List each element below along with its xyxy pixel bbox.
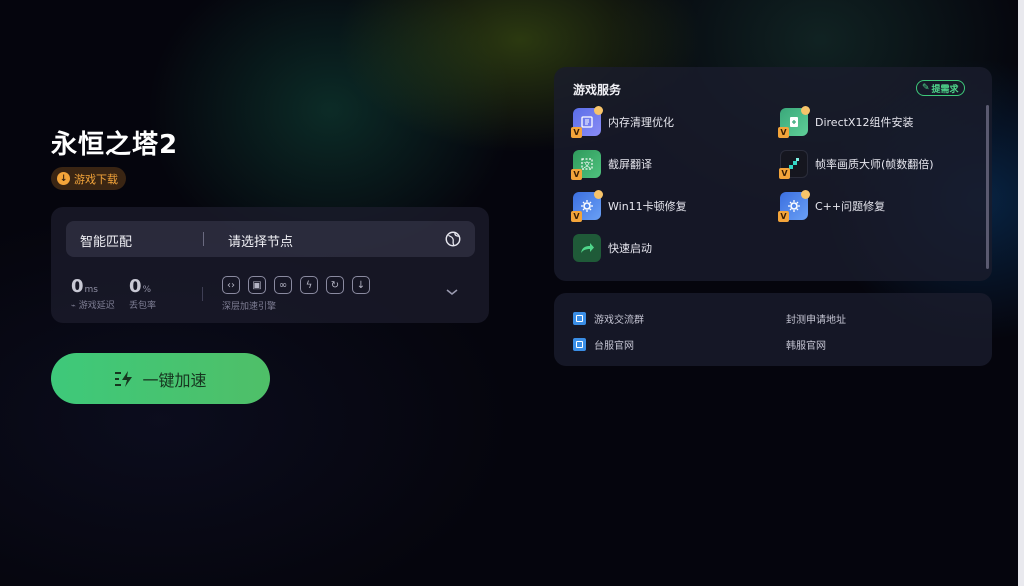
service-label: 内存清理优化 bbox=[608, 116, 674, 129]
loss-value: 0 bbox=[129, 276, 142, 297]
latency-value: 0 bbox=[71, 276, 84, 297]
link-beta-application[interactable]: 封测申请地址 bbox=[786, 311, 846, 326]
code-icon[interactable]: ‹› bbox=[222, 276, 240, 294]
divider bbox=[203, 232, 204, 246]
game-title: 永恒之塔2 bbox=[51, 130, 179, 160]
download-icon: ↓ bbox=[57, 172, 70, 185]
service-cpp-fix[interactable]: V C++问题修复 bbox=[778, 190, 886, 222]
node-select-placeholder[interactable]: 请选择节点 bbox=[228, 231, 293, 250]
window-scrollbar[interactable] bbox=[1018, 0, 1024, 586]
service-label: Win11卡顿修复 bbox=[608, 200, 687, 213]
service-win11-fix[interactable]: V Win11卡顿修复 bbox=[571, 190, 687, 222]
game-download-label: 游戏下载 bbox=[74, 172, 118, 186]
directx-icon: V bbox=[778, 106, 810, 138]
service-label: C++问题修复 bbox=[815, 200, 886, 213]
link-label: 韩服官网 bbox=[786, 341, 826, 352]
service-label: 截屏翻译 bbox=[608, 158, 652, 171]
service-memory-cleanup[interactable]: V 内存清理优化 bbox=[571, 106, 674, 138]
node-selector-bar[interactable]: 智能匹配 请选择节点 bbox=[66, 221, 475, 257]
boost-label: 一键加速 bbox=[142, 370, 207, 390]
loss-label: 丢包率 bbox=[129, 301, 157, 311]
pencil-icon: ✎ bbox=[922, 83, 930, 93]
link-game-community[interactable]: 游戏交流群 bbox=[573, 311, 644, 326]
services-scrollbar[interactable] bbox=[986, 105, 989, 269]
service-label: DirectX12组件安装 bbox=[815, 116, 914, 129]
deep-engine-tools: ‹› ▣ ∞ ϟ ↻ ↓ bbox=[222, 276, 370, 294]
external-link-icon bbox=[573, 312, 586, 325]
download-icon[interactable]: ↓ bbox=[352, 276, 370, 294]
request-label: 提需求 bbox=[931, 84, 959, 95]
service-label: 帧率画质大师(帧数翻倍) bbox=[815, 158, 934, 171]
service-label: 快速启动 bbox=[608, 242, 652, 255]
game-services-panel: 游戏服务 ✎ 提需求 V 内存清理优化 V DirectX12组件安装 文 V … bbox=[554, 67, 992, 281]
gear-icon: V bbox=[571, 190, 603, 222]
launch-icon bbox=[573, 234, 601, 262]
packet-loss-stat: 0% 丢包率 bbox=[129, 276, 156, 311]
link-tw-official-site[interactable]: 台服官网 bbox=[573, 337, 634, 352]
request-feature-button[interactable]: ✎ 提需求 bbox=[916, 80, 965, 96]
external-link-icon bbox=[573, 338, 586, 351]
divider bbox=[202, 287, 203, 301]
service-screenshot-translate[interactable]: 文 V 截屏翻译 bbox=[571, 150, 652, 180]
svg-text:文: 文 bbox=[584, 160, 591, 169]
boost-icon bbox=[115, 370, 133, 387]
deep-engine-label: 深层加速引擎 bbox=[222, 302, 277, 312]
link-icon[interactable]: ∞ bbox=[274, 276, 292, 294]
framerate-icon: V bbox=[779, 150, 808, 179]
signal-icon: ⌁ bbox=[71, 301, 76, 310]
loss-unit: % bbox=[142, 285, 152, 295]
chevron-down-icon[interactable] bbox=[445, 287, 459, 297]
service-directx12[interactable]: V DirectX12组件安装 bbox=[778, 106, 914, 138]
latency-stat: 0ms ⌁ 游戏延迟 bbox=[71, 276, 115, 311]
service-quick-launch[interactable]: 快速启动 bbox=[573, 234, 652, 262]
link-label: 封测申请地址 bbox=[786, 315, 846, 326]
link-label: 台服官网 bbox=[594, 341, 634, 352]
links-panel: 游戏交流群 封测申请地址 台服官网 韩服官网 bbox=[554, 293, 992, 366]
game-download-button[interactable]: ↓ 游戏下载 bbox=[51, 167, 126, 190]
one-click-boost-button[interactable]: 一键加速 bbox=[51, 353, 270, 404]
flash-icon[interactable]: ϟ bbox=[300, 276, 318, 294]
gear-icon: V bbox=[778, 190, 810, 222]
services-title: 游戏服务 bbox=[573, 83, 622, 97]
globe-icon[interactable] bbox=[444, 230, 462, 248]
link-kr-official-site[interactable]: 韩服官网 bbox=[786, 337, 826, 352]
link-label: 游戏交流群 bbox=[594, 315, 644, 326]
latency-label: 游戏延迟 bbox=[78, 301, 115, 311]
service-framerate-master[interactable]: V 帧率画质大师(帧数翻倍) bbox=[779, 150, 934, 179]
memory-icon: V bbox=[571, 106, 603, 138]
smart-match-label[interactable]: 智能匹配 bbox=[80, 231, 132, 250]
accelerator-panel: 智能匹配 请选择节点 0ms ⌁ 游戏延迟 0% 丢包率 ‹› ▣ ∞ ϟ ↻ … bbox=[51, 207, 489, 323]
screen-icon[interactable]: ▣ bbox=[248, 276, 266, 294]
sync-icon[interactable]: ↻ bbox=[326, 276, 344, 294]
translate-icon: 文 V bbox=[571, 150, 601, 180]
latency-unit: ms bbox=[84, 285, 98, 295]
